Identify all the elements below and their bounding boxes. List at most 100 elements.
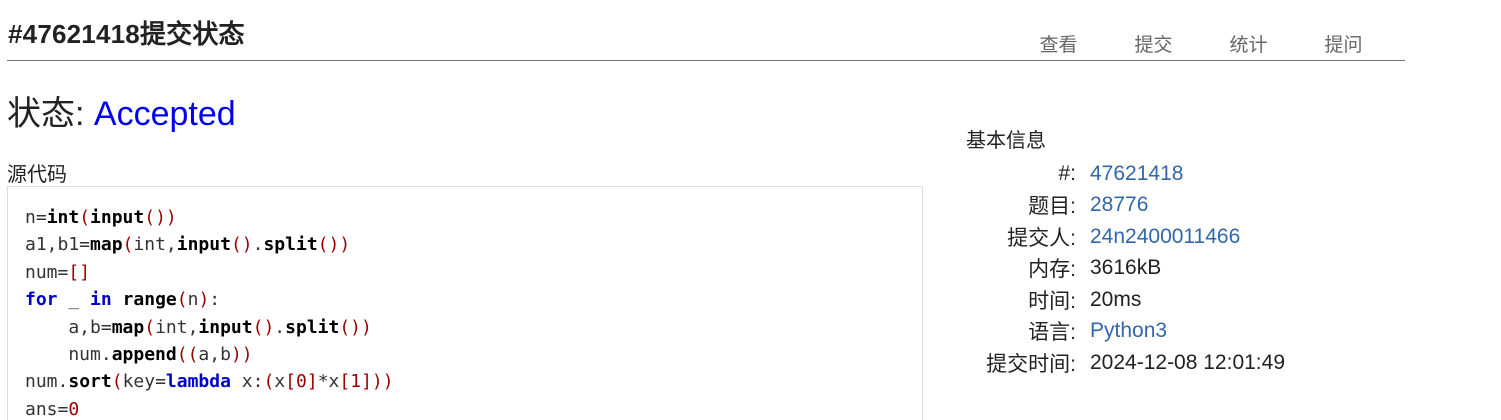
code-line: a,b=map(int,input().split()): [25, 314, 922, 341]
code-token: ((: [176, 343, 199, 365]
code-token: *x: [317, 371, 340, 393]
code-token: x: [274, 371, 286, 393]
info-label: 提交时间:: [986, 352, 1076, 376]
code-token: append: [111, 343, 177, 365]
code-token: [: [339, 371, 351, 393]
code-line: num=[]: [25, 259, 922, 286]
code-token: a1,b1=: [25, 234, 91, 256]
code-token: num.: [25, 371, 69, 393]
code-line: ans=0: [25, 396, 922, 420]
code-token: ()): [144, 207, 177, 228]
code-token: int,: [133, 234, 177, 256]
info-row: #: 47621418: [966, 158, 1466, 190]
code-token: ]: [306, 371, 318, 393]
basic-info-panel: 基本信息 #: 47621418 题目: 28776 提交人: 24n2400011466…: [966, 124, 1466, 379]
code-token: input: [90, 207, 145, 228]
basic-info-title: 基本信息: [966, 130, 1046, 152]
code-token: split: [263, 234, 318, 256]
code-token: (): [252, 316, 275, 338]
code-token: (: [144, 316, 156, 338]
code-token: num=: [25, 261, 69, 283]
code-token: num.: [25, 343, 112, 365]
code-token: split: [285, 316, 340, 338]
code-line: num.append((a,b)): [25, 341, 922, 368]
code-token: in: [90, 289, 112, 311]
info-label: 时间:: [1028, 289, 1076, 313]
info-label: 提交人:: [1007, 226, 1076, 250]
info-label: 语言:: [1028, 321, 1076, 345]
code-token: ])): [361, 371, 394, 393]
info-value: 20ms: [1090, 287, 1142, 311]
code-token: ()): [317, 234, 351, 256]
code-token: .: [252, 234, 264, 256]
nav-ask-link[interactable]: 提问: [1296, 30, 1391, 57]
code-token: a,b=: [25, 316, 112, 338]
basic-info-rows: #: 47621418 题目: 28776 提交人: 24n2400011466 内存: 36…: [966, 158, 1466, 379]
info-label: 内存:: [1028, 258, 1076, 282]
info-label: 题目:: [1028, 195, 1076, 219]
info-value-link[interactable]: 24n2400011466: [1090, 225, 1240, 249]
code-token: _: [57, 289, 91, 311]
status-label: 状态:: [7, 95, 94, 133]
submission-page: #47621418提交状态 查看 提交 统计 提问 状态: Accepted 源…: [0, 0, 1501, 420]
status-line: 状态: Accepted: [7, 86, 236, 135]
code-lines: n=int(input()) a1,b1=map(int,input().spli…: [25, 204, 922, 420]
info-row: 提交时间: 2024-12-08 12:01:49: [966, 347, 1466, 379]
code-token: range: [122, 289, 177, 311]
code-token: 0: [68, 398, 80, 420]
info-value-link[interactable]: 47621418: [1090, 162, 1183, 186]
code-line: n=int(input()): [25, 204, 922, 231]
info-row: 提交人: 24n2400011466: [966, 221, 1466, 253]
code-token: int: [46, 207, 80, 228]
info-value: 3616kB: [1090, 256, 1162, 280]
info-row: 时间: 20ms: [966, 284, 1466, 316]
nav-statistics-link[interactable]: 统计: [1201, 30, 1296, 57]
code-token: ans=: [25, 398, 69, 420]
nav-submit-link[interactable]: 提交: [1106, 30, 1201, 57]
code-token: n: [187, 289, 199, 311]
info-value: 2024-12-08 12:01:49: [1090, 350, 1285, 374]
code-token: input: [176, 234, 231, 256]
code-token: :: [209, 289, 221, 311]
code-token: ): [198, 289, 210, 311]
code-token: x:: [230, 371, 264, 393]
code-token: )): [230, 343, 253, 365]
code-token: (: [111, 371, 123, 393]
page-header: #47621418提交状态 查看 提交 统计 提问: [7, 0, 1405, 61]
code-token: key=: [122, 371, 166, 393]
code-token: 1: [350, 371, 362, 393]
code-token: (: [176, 289, 188, 311]
nav-view-link[interactable]: 查看: [1011, 30, 1106, 57]
code-line: a1,b1=map(int,input().split()): [25, 231, 922, 258]
code-token: (: [79, 207, 91, 228]
info-row: 题目: 28776: [966, 190, 1466, 222]
code-token: []: [68, 261, 91, 283]
info-row: 语言: Python3: [966, 316, 1466, 348]
code-token: [: [285, 371, 296, 393]
info-value-link[interactable]: Python3: [1090, 319, 1167, 343]
code-token: ()): [339, 316, 372, 338]
code-token: int,: [155, 316, 199, 338]
code-token: lambda: [165, 371, 231, 393]
status-value: Accepted: [93, 95, 236, 133]
code-line: num.sort(key=lambda x:(x[0]*x[1])): [25, 368, 922, 395]
code-line: for _ in range(n):: [25, 286, 922, 313]
info-label: #:: [1058, 161, 1076, 185]
code-token: input: [198, 316, 253, 338]
code-token: .: [274, 316, 286, 338]
code-token: (): [230, 234, 253, 256]
code-token: 0: [296, 371, 307, 393]
code-token: n=: [25, 207, 47, 228]
code-token: (: [122, 234, 134, 256]
code-token: map: [111, 316, 145, 338]
code-token: (: [263, 371, 275, 393]
code-token: a,b: [198, 343, 231, 365]
source-code-label: 源代码: [7, 164, 67, 186]
page-title: #47621418提交状态: [8, 19, 245, 49]
info-row: 内存: 3616kB: [966, 253, 1466, 285]
code-token: for: [25, 289, 58, 311]
code-token: map: [90, 234, 123, 256]
info-value-link[interactable]: 28776: [1090, 193, 1148, 217]
source-code-block: n=int(input()) a1,b1=map(int,input().spli…: [7, 186, 923, 420]
